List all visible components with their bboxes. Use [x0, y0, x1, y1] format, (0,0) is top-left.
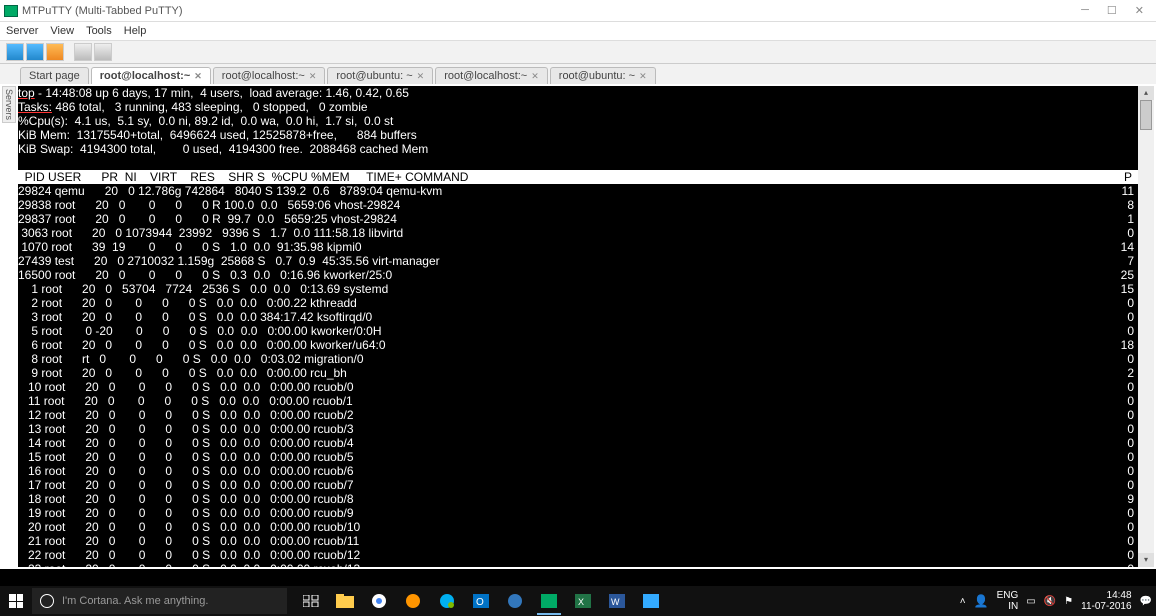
outlook-icon[interactable]: O: [465, 587, 497, 615]
tray-notifications-icon[interactable]: 💬: [1140, 596, 1152, 607]
svg-text:W: W: [611, 597, 620, 607]
excel-icon[interactable]: X: [567, 587, 599, 615]
tray-network-icon[interactable]: ▭: [1026, 596, 1035, 607]
session-tab[interactable]: root@localhost:~ ✕: [213, 67, 326, 84]
toolbar-connect-icon[interactable]: [6, 43, 24, 61]
app-icon-generic[interactable]: [635, 587, 667, 615]
chrome-icon[interactable]: [363, 587, 395, 615]
tab-close-icon[interactable]: ✕: [194, 71, 202, 82]
tab-close-icon[interactable]: ✕: [639, 71, 647, 82]
skype-icon[interactable]: [431, 587, 463, 615]
menubar: Server View Tools Help: [0, 22, 1156, 40]
start-button[interactable]: [0, 586, 32, 616]
cortana-placeholder: I'm Cortana. Ask me anything.: [62, 595, 208, 607]
menu-server[interactable]: Server: [6, 25, 38, 37]
session-tab[interactable]: root@ubuntu: ~ ✕: [327, 67, 433, 84]
cortana-icon: [40, 594, 54, 608]
toolbar-putty-icon[interactable]: [26, 43, 44, 61]
menu-tools[interactable]: Tools: [86, 25, 112, 37]
tabstrip: Servers Start pageroot@localhost:~✕root@…: [0, 64, 1156, 84]
tray-flag-icon[interactable]: ⚑: [1064, 596, 1073, 607]
maximize-button[interactable]: ☐: [1107, 4, 1117, 17]
titlebar: MTPuTTY (Multi-Tabbed PuTTY) ─ ☐ ✕: [0, 0, 1156, 22]
task-view-icon[interactable]: [295, 587, 327, 615]
tab-label: root@ubuntu: ~: [336, 70, 412, 82]
tab-close-icon[interactable]: ✕: [531, 71, 539, 82]
toolbar: [0, 40, 1156, 64]
terminal-scrollbar[interactable]: ▴ ▾: [1138, 86, 1154, 567]
minimize-button[interactable]: ─: [1081, 4, 1089, 17]
tab-label: root@localhost:~: [100, 70, 190, 82]
svg-text:X: X: [578, 597, 584, 607]
scroll-up-icon[interactable]: ▴: [1138, 86, 1154, 100]
app-icon: [4, 5, 18, 17]
scroll-thumb[interactable]: [1140, 100, 1152, 130]
tray-clock[interactable]: 14:4811-07-2016: [1081, 590, 1131, 612]
toolbar-window-icon[interactable]: [94, 43, 112, 61]
tab-label: root@localhost:~: [222, 70, 305, 82]
tray-volume-icon[interactable]: 🔇: [1044, 596, 1056, 607]
tab-label: Start page: [29, 70, 80, 82]
servers-panel-tab[interactable]: Servers: [2, 86, 16, 123]
window-title: MTPuTTY (Multi-Tabbed PuTTY): [22, 5, 1081, 17]
firefox-icon[interactable]: [397, 587, 429, 615]
close-button[interactable]: ✕: [1135, 4, 1144, 17]
edge-icon[interactable]: [499, 587, 531, 615]
terminal[interactable]: top - 14:48:08 up 6 days, 17 min, 4 user…: [18, 86, 1154, 567]
svg-text:O: O: [476, 597, 484, 608]
tray-people-icon[interactable]: 👤: [974, 594, 989, 608]
mtputty-taskbar-icon[interactable]: [533, 587, 565, 615]
tab-label: root@ubuntu: ~: [559, 70, 635, 82]
tab-label: root@localhost:~: [444, 70, 527, 82]
session-tab[interactable]: root@localhost:~ ✕: [435, 67, 548, 84]
session-tab[interactable]: root@ubuntu: ~ ✕: [550, 67, 656, 84]
menu-help[interactable]: Help: [124, 25, 147, 37]
tab-close-icon[interactable]: ✕: [417, 71, 425, 82]
windows-logo-icon: [9, 594, 23, 608]
session-tab[interactable]: root@localhost:~ ✕: [91, 67, 211, 84]
toolbar-folder-icon[interactable]: [46, 43, 64, 61]
tray-language[interactable]: ENGIN: [997, 590, 1019, 612]
cortana-search[interactable]: I'm Cortana. Ask me anything.: [32, 588, 287, 614]
session-tab[interactable]: Start page: [20, 67, 89, 84]
tray-chevron-icon[interactable]: ˄: [960, 596, 966, 607]
tab-close-icon[interactable]: ✕: [309, 71, 317, 82]
word-icon[interactable]: W: [601, 587, 633, 615]
toolbar-detach-icon[interactable]: [74, 43, 92, 61]
file-explorer-icon[interactable]: [329, 587, 361, 615]
taskbar: I'm Cortana. Ask me anything. O X W ˄ 👤 …: [0, 586, 1156, 616]
menu-view[interactable]: View: [50, 25, 74, 37]
scroll-down-icon[interactable]: ▾: [1138, 553, 1154, 567]
